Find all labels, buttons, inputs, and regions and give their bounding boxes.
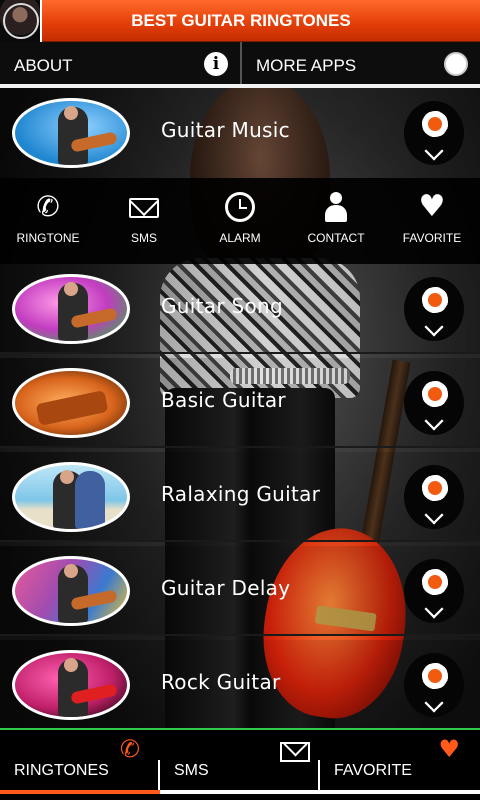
top-nav-bar: ABOUT i MORE APPS: [0, 42, 480, 88]
gear-icon: [422, 111, 448, 137]
set-alarm-button[interactable]: ALARM: [192, 178, 288, 264]
settings-button[interactable]: [404, 371, 464, 435]
more-apps-button[interactable]: MORE APPS: [240, 42, 480, 84]
gear-icon: [422, 663, 448, 689]
phone-icon: ✆: [36, 190, 60, 223]
list-item[interactable]: Guitar Delay: [0, 546, 480, 636]
tab-ringtones[interactable]: ✆ RINGTONES: [0, 730, 160, 800]
settings-button[interactable]: [404, 277, 464, 341]
ringtone-title: Guitar Music: [161, 118, 290, 142]
gear-icon: [422, 569, 448, 595]
thumbnail-image: [12, 650, 130, 720]
action-label: ALARM: [219, 231, 261, 245]
ringtone-title: Rock Guitar: [161, 670, 281, 694]
thumbnail-image: [12, 556, 130, 626]
ringtone-title: Guitar Song: [161, 294, 284, 318]
app-header: BEST GUITAR RINGTONES: [0, 0, 480, 42]
bottom-tab-bar: ✆ RINGTONES SMS ♥ FAVORITE: [0, 728, 480, 800]
list-item[interactable]: Rock Guitar: [0, 640, 480, 730]
settings-button[interactable]: [404, 559, 464, 623]
chevron-down-icon: [424, 411, 444, 431]
list-item[interactable]: Guitar Song: [0, 264, 480, 354]
app-logo: [0, 0, 42, 42]
tab-label: RINGTONES: [14, 762, 109, 779]
chevron-down-icon: [424, 693, 444, 713]
contact-icon: [321, 192, 351, 222]
thumbnail-image: [12, 98, 130, 168]
add-favorite-button[interactable]: ♥ FAVORITE: [384, 178, 480, 264]
gear-icon: [422, 287, 448, 313]
thumbnail-image: [12, 368, 130, 438]
gear-icon: [422, 475, 448, 501]
alarm-icon: [225, 192, 255, 222]
tab-label: SMS: [174, 762, 209, 779]
set-contact-button[interactable]: CONTACT: [288, 178, 384, 264]
settings-button[interactable]: [404, 465, 464, 529]
ringtone-title: Basic Guitar: [161, 388, 286, 412]
list-item[interactable]: Ralaxing Guitar: [0, 452, 480, 542]
set-ringtone-button[interactable]: ✆ RINGTONE: [0, 178, 96, 264]
more-apps-label: MORE APPS: [256, 56, 357, 75]
globe-icon: [444, 52, 468, 76]
heart-icon: ♥: [418, 189, 446, 224]
mail-icon: [129, 198, 159, 218]
set-sms-button[interactable]: SMS: [96, 178, 192, 264]
gear-icon: [422, 381, 448, 407]
phone-icon: ✆: [119, 735, 140, 763]
tab-label: FAVORITE: [334, 762, 412, 779]
chevron-down-icon: [424, 141, 444, 161]
list-item[interactable]: Basic Guitar: [0, 358, 480, 448]
chevron-down-icon: [424, 317, 444, 337]
settings-button[interactable]: [404, 653, 464, 717]
about-button[interactable]: ABOUT i: [0, 42, 240, 84]
app-title: BEST GUITAR RINGTONES: [131, 11, 351, 30]
thumbnail-image: [12, 462, 130, 532]
thumbnail-image: [12, 274, 130, 344]
list-item[interactable]: Guitar Music: [0, 88, 480, 178]
ringtone-title: Ralaxing Guitar: [161, 482, 321, 506]
info-icon: i: [204, 52, 228, 76]
action-label: SMS: [130, 231, 157, 245]
chevron-down-icon: [424, 505, 444, 525]
about-label: ABOUT: [14, 56, 73, 75]
action-label: FAVORITE: [402, 231, 462, 245]
mail-icon: [280, 742, 310, 762]
tab-favorite[interactable]: ♥ FAVORITE: [320, 730, 480, 800]
ringtone-action-bar: ✆ RINGTONE SMS ALARM CONTACT ♥ FAVORITE: [0, 178, 480, 264]
ringtone-title: Guitar Delay: [161, 576, 291, 600]
settings-button[interactable]: [404, 101, 464, 165]
chevron-down-icon: [424, 599, 444, 619]
action-label: CONTACT: [307, 231, 365, 245]
action-label: RINGTONE: [16, 231, 80, 245]
heart-icon: ♥: [438, 735, 460, 763]
tab-sms[interactable]: SMS: [160, 730, 320, 800]
